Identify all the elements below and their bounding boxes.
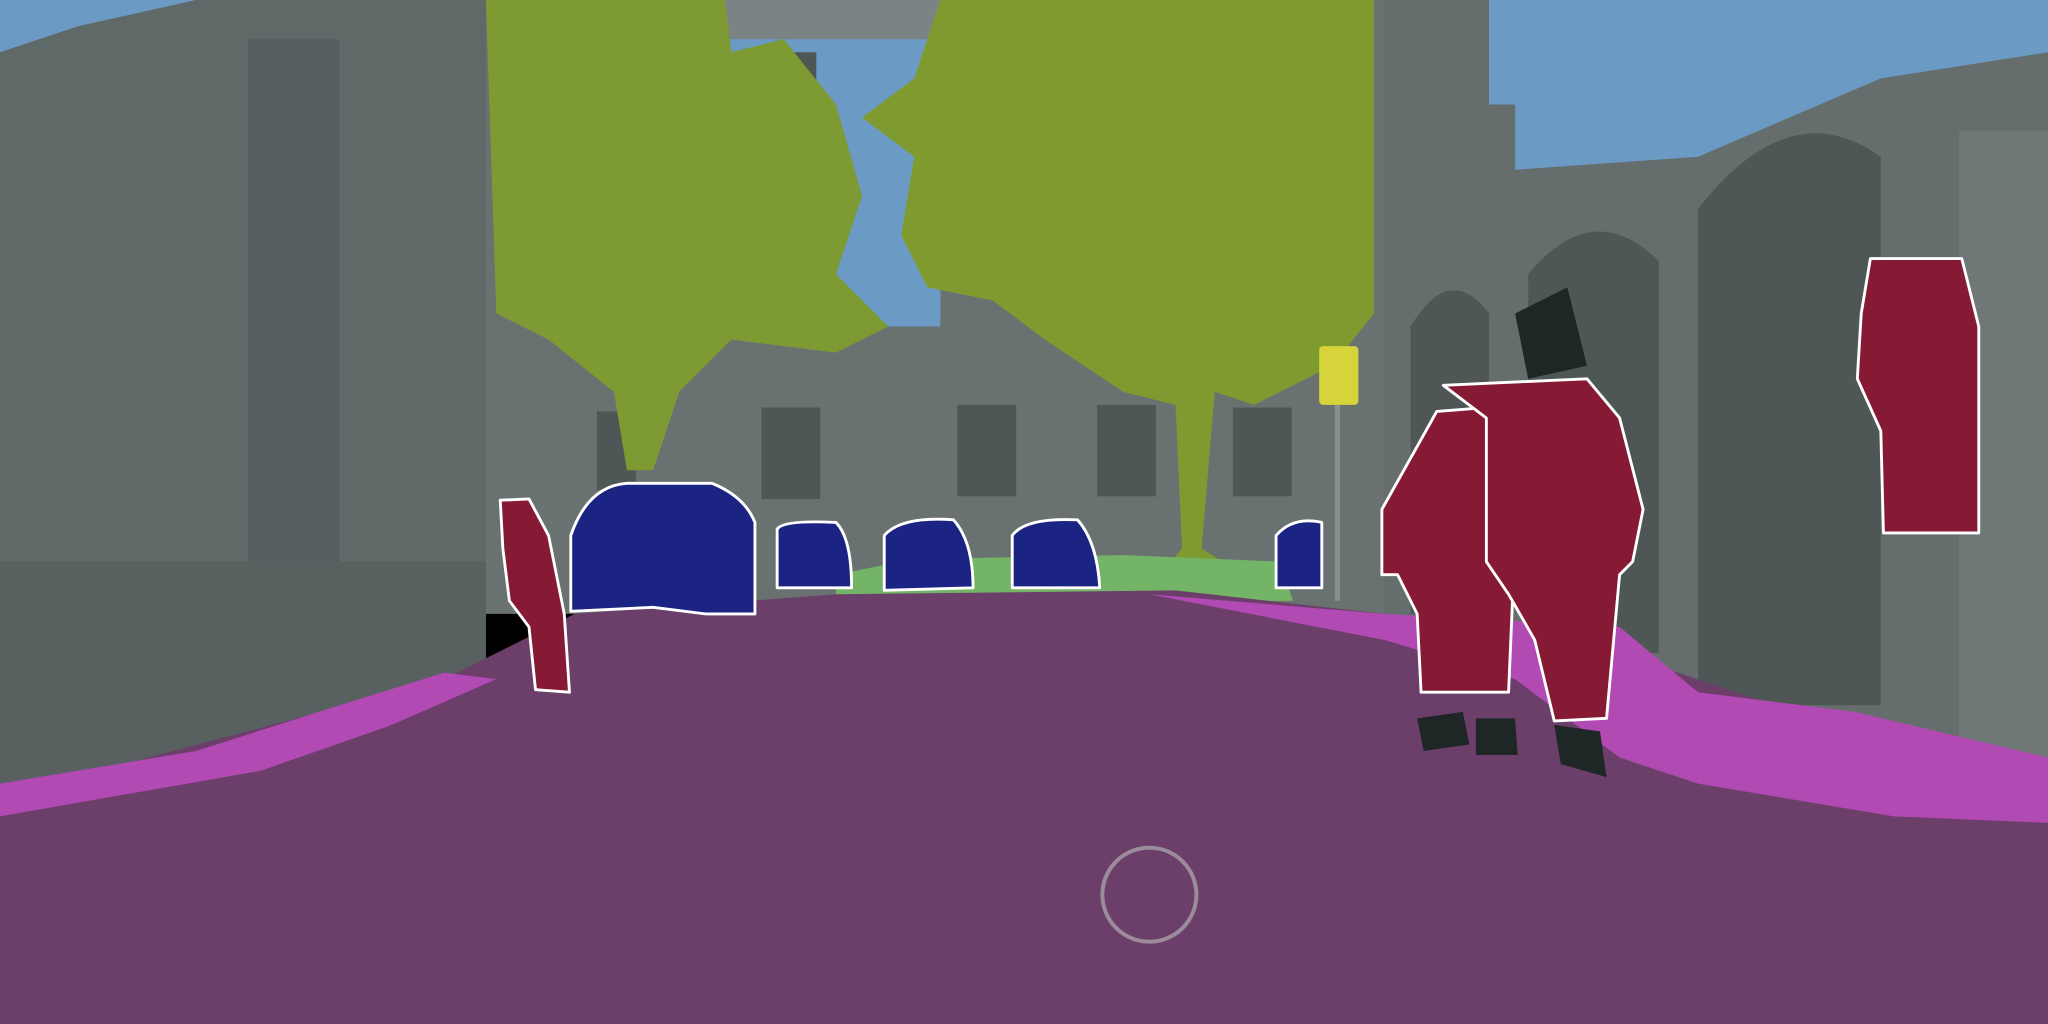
building-middle-upper bbox=[724, 0, 941, 40]
car-5 bbox=[1274, 519, 1324, 590]
segmentation-overlay-image bbox=[0, 0, 2048, 1024]
car-3 bbox=[882, 517, 975, 592]
sign-pole bbox=[1334, 404, 1341, 601]
traffic-sign bbox=[1319, 346, 1359, 405]
car-2 bbox=[775, 520, 854, 590]
car-1 bbox=[569, 481, 757, 616]
